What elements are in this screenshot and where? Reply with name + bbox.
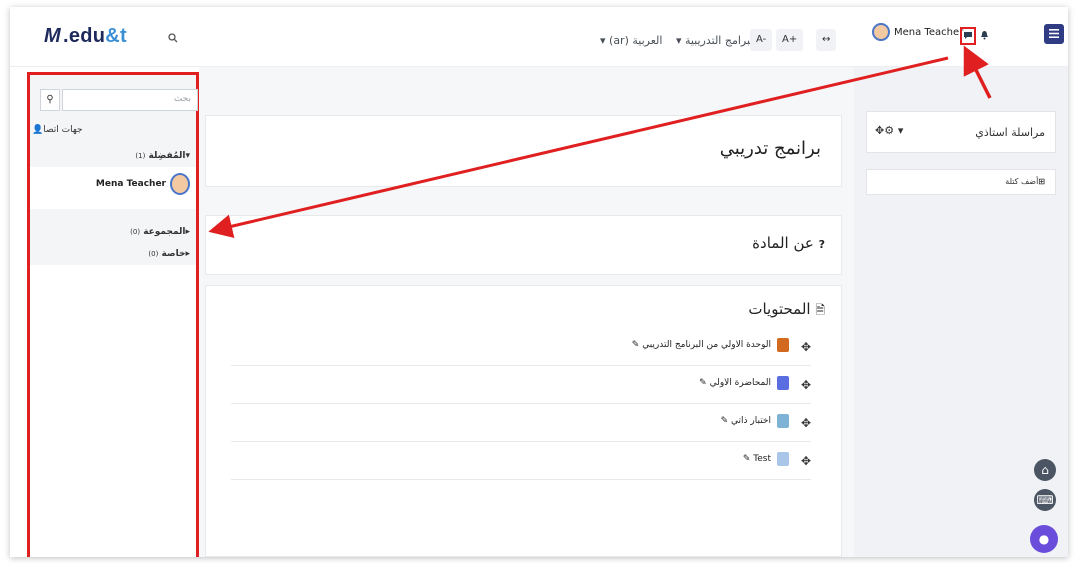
right-sidebar: مراسلة استاذي ▾ ⚙✥ ⊞أضف كتلة ⌂ ⌨ ● [854, 67, 1068, 557]
activity-label[interactable]: اختبار ذاتي [731, 416, 771, 426]
expand-icon[interactable]: ↔ [816, 29, 837, 51]
font-increase-button[interactable]: A+ [776, 29, 804, 51]
block-settings-icon[interactable]: ▾ ⚙✥ [875, 124, 903, 137]
list-item[interactable]: ✥ اختبار ذاتي ✎ [231, 404, 811, 442]
activity-label[interactable]: المحاضرة الاولي [710, 378, 771, 388]
contents-title[interactable]: 🗎 المحتويات [748, 300, 825, 322]
block-title: مراسلة استاذي [975, 126, 1045, 139]
logo-text: .edu [62, 25, 106, 47]
message-teacher-block: مراسلة استاذي ▾ ⚙✥ [866, 111, 1056, 153]
chevron-right-icon: ▸ [185, 249, 190, 259]
question-icon: ? [818, 238, 825, 251]
activity-label[interactable]: الوحدة الاولي من البرنامج التدريبي [642, 340, 771, 350]
app-window: M .edu&t البرامج التدريبية ▾ العربية (ar)… [10, 7, 1068, 557]
edit-icon[interactable]: ✎ [721, 416, 729, 426]
list-item[interactable]: ✥ المحاضرة الاولي ✎ [231, 366, 811, 404]
move-icon[interactable]: ✥ [801, 378, 811, 392]
search-icon[interactable]: ⚲ [40, 89, 60, 111]
plus-square-icon: ⊞ [1038, 177, 1045, 186]
megaphone-icon [777, 376, 789, 390]
move-icon[interactable]: ✥ [801, 454, 811, 468]
book-icon [777, 338, 789, 352]
edit-icon[interactable]: ✎ [632, 340, 640, 350]
messages-drawer: ⚲ بحث 👤جهات اتصا ▾المُفضِلة (1) Mena Tea… [27, 72, 199, 557]
contact-name: Mena Teacher [95, 179, 166, 189]
menu-language[interactable]: العربية (ar) ▾ [600, 34, 662, 47]
home-icon[interactable]: ⌂ [1034, 459, 1056, 481]
avatar [872, 23, 890, 41]
top-navbar: M .edu&t البرامج التدريبية ▾ العربية (ar)… [10, 7, 1068, 67]
contact-row[interactable]: Mena Teacher [30, 167, 196, 209]
menu-programs[interactable]: البرامج التدريبية ▾ [676, 34, 757, 47]
search-icon[interactable] [168, 33, 178, 46]
user-name: Mena Teacher [894, 27, 964, 38]
drawer-header: ⚲ بحث 👤جهات اتصا [30, 75, 198, 145]
add-block-label: أضف كتلة [1005, 177, 1039, 186]
section-private[interactable]: ▸خاصة (0) [30, 243, 196, 265]
user-menu[interactable]: Mena Teacher [872, 23, 963, 41]
divider [30, 209, 196, 221]
chevron-right-icon: ▸ [185, 227, 190, 237]
chat-icon[interactable] [963, 31, 973, 43]
about-title[interactable]: ? عن المادة [752, 234, 825, 252]
chevron-down-icon: ▾ [185, 151, 190, 161]
section-group[interactable]: ▸المجموعة (0) [30, 221, 196, 243]
section-starred[interactable]: ▾المُفضِلة (1) [30, 145, 196, 167]
edit-icon[interactable]: ✎ [743, 454, 751, 464]
chat-bot-icon[interactable]: ● [1030, 525, 1058, 553]
contacts-link[interactable]: 👤جهات اتصا [32, 125, 83, 135]
page-title: برانمج تدريبي [719, 138, 821, 159]
move-icon[interactable]: ✥ [801, 340, 811, 354]
search-input[interactable]: بحث [62, 89, 198, 111]
drawer-body [30, 265, 196, 557]
activity-label[interactable]: Test [753, 454, 771, 464]
main-content: برانمج تدريبي ? عن المادة 🗎 المحتويات ✥ … [199, 67, 854, 557]
font-decrease-button[interactable]: A- [750, 29, 773, 51]
avatar [170, 173, 190, 195]
add-block[interactable]: ⊞أضف كتلة [866, 169, 1056, 195]
site-logo[interactable]: M .edu&t [44, 25, 127, 48]
menu-icon[interactable] [1044, 24, 1064, 44]
keyboard-icon[interactable]: ⌨ [1034, 489, 1056, 511]
logo-accent: &t [105, 25, 128, 47]
contents-card: 🗎 المحتويات ✥ الوحدة الاولي من البرنامج … [205, 285, 842, 557]
person-icon: 👤 [32, 125, 44, 135]
lesson-icon [777, 452, 789, 466]
move-icon[interactable]: ✥ [801, 416, 811, 430]
bell-icon[interactable] [980, 30, 989, 43]
list-item[interactable]: ✥ الوحدة الاولي من البرنامج التدريبي ✎ [231, 328, 811, 366]
quiz-icon [777, 414, 789, 428]
document-icon: 🗎 [815, 303, 825, 317]
course-header-card: برانمج تدريبي [205, 115, 842, 187]
list-item[interactable]: ✥ Test ✎ [231, 442, 811, 480]
logo-mark: M [44, 25, 61, 47]
edit-icon[interactable]: ✎ [699, 378, 707, 388]
nav-menu: البرامج التدريبية ▾ العربية (ar) ▾ [590, 34, 757, 47]
about-card: ? عن المادة [205, 215, 842, 275]
